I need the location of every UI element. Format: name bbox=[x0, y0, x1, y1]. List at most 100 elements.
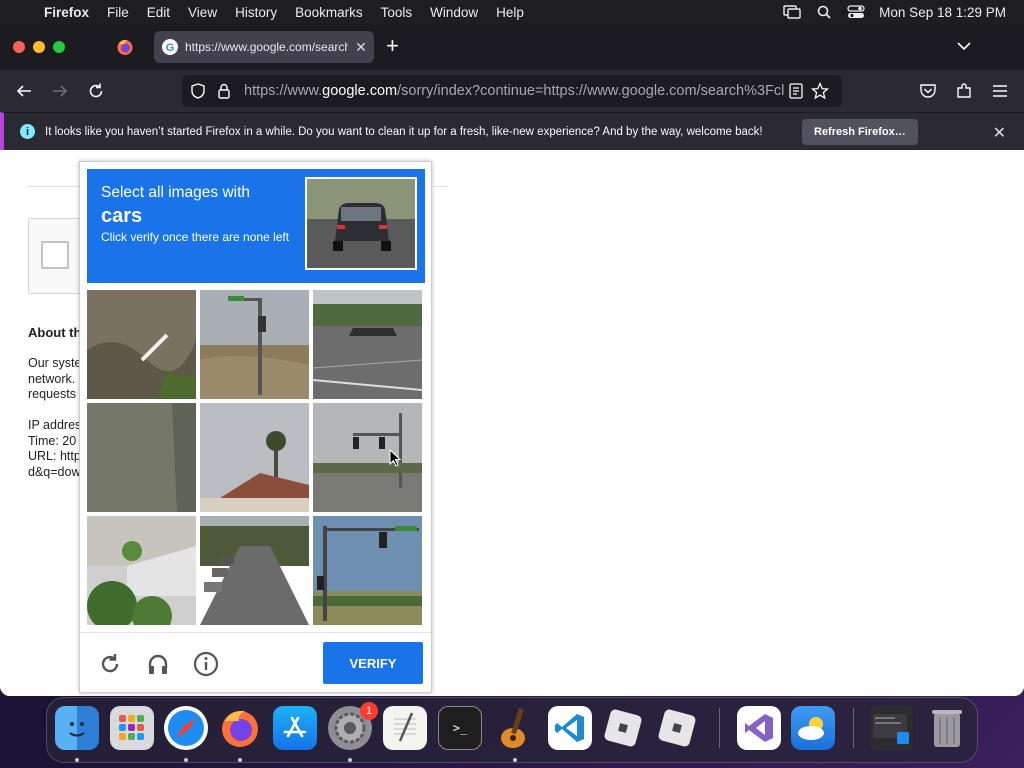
target-object: cars bbox=[101, 205, 143, 227]
forward-arrow-icon[interactable] bbox=[50, 81, 70, 101]
dock-terminal-icon[interactable]: >_ bbox=[438, 706, 482, 750]
lock-icon[interactable] bbox=[214, 81, 234, 101]
firefox-view-icon[interactable] bbox=[116, 38, 134, 56]
tile-traffic-light-pole-park[interactable] bbox=[313, 516, 422, 625]
close-notification-icon[interactable]: ✕ bbox=[993, 123, 1006, 143]
dock-firefox-icon[interactable] bbox=[218, 706, 262, 750]
verify-button[interactable]: VERIFY bbox=[323, 642, 423, 684]
spotlight-search-icon[interactable] bbox=[815, 5, 833, 19]
close-window-button[interactable] bbox=[13, 41, 25, 53]
url-bar[interactable]: https://www.google.com/sorry/index?conti… bbox=[182, 75, 842, 107]
dock-visual-studio-icon[interactable] bbox=[737, 706, 781, 750]
menu-view[interactable]: View bbox=[179, 5, 226, 20]
dock-weather-icon[interactable] bbox=[791, 706, 835, 750]
dock-app-store-icon[interactable] bbox=[273, 706, 317, 750]
menu-file[interactable]: File bbox=[98, 5, 138, 20]
para-line: network. bbox=[28, 371, 76, 386]
sample-car-image bbox=[305, 177, 417, 270]
dock-vscode-icon[interactable] bbox=[548, 706, 592, 750]
running-indicator bbox=[238, 758, 242, 762]
dock-roblox-icon[interactable] bbox=[601, 706, 645, 750]
audio-challenge-headphones-icon[interactable] bbox=[144, 650, 172, 678]
tile-gravel-with-cigarette[interactable] bbox=[87, 290, 196, 399]
recaptcha-challenge: Select all images with cars Click verify… bbox=[79, 161, 432, 693]
image-grid bbox=[87, 290, 423, 626]
dock-system-settings-icon[interactable]: 1 bbox=[328, 702, 378, 750]
hamburger-menu-icon[interactable] bbox=[990, 81, 1010, 101]
minimize-window-button[interactable] bbox=[33, 41, 45, 53]
challenge-footer: VERIFY bbox=[80, 632, 431, 692]
menu-help[interactable]: Help bbox=[487, 5, 533, 20]
tile-road-with-car[interactable] bbox=[313, 290, 422, 399]
meta-line: URL: http bbox=[28, 449, 81, 463]
meta-line: Time: 20 bbox=[28, 433, 77, 448]
terminal-prompt-icon: >_ bbox=[452, 721, 468, 735]
bookmark-star-icon[interactable] bbox=[808, 81, 832, 101]
dock-safari-icon[interactable] bbox=[164, 706, 208, 750]
dock-downloads-stack-icon[interactable] bbox=[869, 706, 913, 750]
challenge-header: Select all images with cars Click verify… bbox=[87, 169, 425, 283]
pocket-icon[interactable] bbox=[918, 81, 938, 101]
extensions-puzzle-icon[interactable] bbox=[954, 81, 974, 101]
menu-bookmarks[interactable]: Bookmarks bbox=[286, 5, 372, 20]
tile-traffic-light-on-pole[interactable] bbox=[200, 290, 309, 399]
control-center-icon[interactable] bbox=[847, 5, 865, 19]
running-indicator bbox=[184, 758, 188, 762]
google-favicon-icon: G bbox=[162, 39, 178, 55]
mouse-cursor-icon bbox=[389, 449, 401, 467]
notification-text: It looks like you haven’t started Firefo… bbox=[45, 125, 763, 138]
zoom-window-button[interactable] bbox=[53, 41, 65, 53]
instruction-line: Select all images with bbox=[101, 184, 251, 201]
instruction-subline: Click verify once there are none left bbox=[101, 230, 290, 244]
tile-traffic-lights-intersection[interactable] bbox=[313, 403, 422, 512]
tab-strip: G https://www.google.com/search ✕ + bbox=[0, 24, 1024, 70]
reload-challenge-icon[interactable] bbox=[96, 650, 124, 678]
url-text[interactable]: https://www.google.com/sorry/index?conti… bbox=[244, 83, 784, 99]
svg-text:G: G bbox=[166, 42, 175, 54]
menu-history[interactable]: History bbox=[226, 5, 286, 20]
menu-window[interactable]: Window bbox=[421, 5, 487, 20]
dock-garageband-icon[interactable] bbox=[493, 706, 537, 750]
tile-blurred-gravel[interactable] bbox=[87, 403, 196, 512]
tile-street-with-parked-cars[interactable] bbox=[200, 516, 309, 625]
running-indicator bbox=[513, 758, 517, 762]
tab-title: https://www.google.com/search bbox=[185, 40, 348, 54]
running-indicator bbox=[75, 758, 79, 762]
menu-tools[interactable]: Tools bbox=[372, 5, 422, 20]
para-line: requests bbox=[28, 387, 76, 401]
screen-mirroring-icon[interactable] bbox=[783, 5, 801, 19]
about-paragraph: Our syste network. requests bbox=[28, 356, 82, 403]
para-line: Our syste bbox=[28, 356, 82, 370]
notification-badge: 1 bbox=[360, 702, 378, 720]
reader-view-icon[interactable] bbox=[784, 81, 808, 101]
recaptcha-checkbox[interactable] bbox=[41, 241, 69, 269]
refresh-firefox-button[interactable]: Refresh Firefox… bbox=[802, 119, 918, 145]
menu-bar: Firefox File Edit View History Bookmarks… bbox=[0, 0, 1024, 24]
dock-separator bbox=[853, 708, 854, 748]
new-tab-icon[interactable]: + bbox=[386, 35, 399, 57]
request-meta: IP addres Time: 20 URL: http d&q=dow bbox=[28, 418, 81, 480]
close-tab-icon[interactable]: ✕ bbox=[348, 39, 374, 56]
dock-separator bbox=[719, 708, 720, 748]
help-info-icon[interactable] bbox=[192, 650, 220, 678]
menu-edit[interactable]: Edit bbox=[138, 5, 179, 20]
info-icon: i bbox=[20, 124, 35, 139]
reload-icon[interactable] bbox=[86, 81, 106, 101]
dock-textedit-icon[interactable] bbox=[383, 706, 427, 750]
meta-line: IP addres bbox=[28, 418, 82, 432]
menu-app-name[interactable]: Firefox bbox=[40, 5, 98, 20]
back-arrow-icon[interactable] bbox=[14, 81, 34, 101]
about-heading: About th bbox=[28, 325, 82, 340]
tile-palm-tree-and-roof[interactable] bbox=[200, 403, 309, 512]
dock-roblox-studio-icon[interactable] bbox=[655, 706, 699, 750]
dock-trash-icon[interactable] bbox=[925, 706, 969, 750]
tab-google[interactable]: G https://www.google.com/search ✕ bbox=[154, 31, 374, 63]
dock-launchpad-icon[interactable] bbox=[110, 706, 154, 750]
navigation-toolbar: https://www.google.com/sorry/index?conti… bbox=[0, 70, 1024, 112]
tracking-protection-shield-icon[interactable] bbox=[188, 81, 208, 101]
running-indicator bbox=[348, 758, 352, 762]
tile-house-with-shrubs[interactable] bbox=[87, 516, 196, 625]
menu-clock[interactable]: Mon Sep 18 1:29 PM bbox=[879, 5, 1006, 20]
list-all-tabs-chevron-down-icon[interactable] bbox=[956, 38, 972, 54]
dock-finder-icon[interactable] bbox=[55, 706, 99, 750]
